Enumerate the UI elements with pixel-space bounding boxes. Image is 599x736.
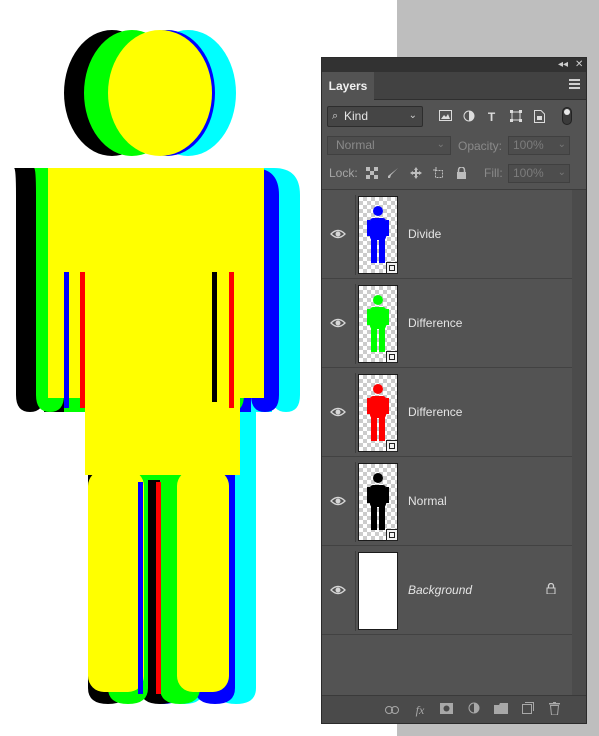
blend-mode-value: Normal	[336, 138, 375, 152]
filter-kind-select[interactable]: ⌕ Kind ⌄	[327, 106, 423, 127]
new-group-folder-icon[interactable]	[493, 702, 509, 718]
layers-panel: ◂◂ ✕ Layers ⌕ Kind ⌄ T Normal ⌄ Opacity:…	[321, 57, 587, 724]
chevron-down-icon: ⌄	[557, 167, 566, 178]
lock-artboard-icon[interactable]	[432, 167, 446, 181]
panel-menu-icon[interactable]	[569, 79, 580, 89]
delete-layer-trash-icon[interactable]	[546, 702, 562, 718]
layer-name[interactable]: Normal	[408, 494, 447, 508]
lock-all-icon[interactable]	[454, 166, 468, 181]
smart-object-badge-icon	[386, 262, 398, 274]
chevron-down-icon: ⌄	[557, 139, 566, 150]
layer-thumbnail[interactable]	[358, 552, 398, 630]
lock-image-pixels-icon[interactable]	[386, 167, 400, 181]
layer-thumbnail-frame	[355, 284, 400, 364]
layer-row[interactable]: Difference	[322, 368, 572, 457]
opacity-label: Opacity:	[458, 139, 503, 153]
layers-scrollbar[interactable]	[572, 190, 586, 697]
filter-kind-label: Kind	[344, 109, 369, 123]
smart-object-badge-icon	[386, 529, 398, 541]
collapse-icon[interactable]: ◂◂	[558, 59, 568, 71]
visibility-eye-icon[interactable]	[330, 584, 346, 596]
link-layers-icon[interactable]	[384, 702, 400, 718]
panel-tab-bar: Layers	[322, 72, 586, 100]
lock-label: Lock:	[329, 166, 358, 180]
filter-toggle-switch[interactable]	[562, 107, 572, 125]
opacity-value: 100%	[513, 138, 544, 152]
panel-title-bar: ◂◂ ✕	[322, 58, 586, 72]
layer-name[interactable]: Difference	[408, 405, 462, 419]
canvas-figure-artwork	[14, 30, 300, 704]
layer-filter-row: ⌕ Kind ⌄ T	[322, 103, 586, 131]
tab-layers[interactable]: Layers	[322, 72, 374, 100]
layers-list: Divide Difference Difference Normal Backgrou…	[322, 189, 586, 697]
layer-thumbnail-frame	[355, 195, 400, 275]
blend-mode-select[interactable]: Normal ⌄	[327, 136, 451, 155]
layer-name[interactable]: Background	[408, 583, 472, 597]
layer-row[interactable]: Difference	[322, 279, 572, 368]
layer-thumbnail[interactable]	[358, 463, 398, 541]
chevron-down-icon: ⌄	[408, 110, 417, 121]
visibility-eye-icon[interactable]	[330, 406, 346, 418]
smart-object-badge-icon	[386, 440, 398, 452]
search-icon: ⌕	[332, 110, 339, 122]
lock-fill-row: Lock: Fill: 100% ⌄	[322, 162, 586, 186]
layer-name[interactable]: Difference	[408, 316, 462, 330]
layer-style-fx-icon[interactable]: fx	[412, 702, 428, 718]
new-layer-icon[interactable]	[520, 702, 536, 718]
lock-transparent-pixels-icon[interactable]	[365, 167, 379, 181]
fill-label: Fill:	[484, 166, 503, 180]
layer-row[interactable]: Normal	[322, 457, 572, 546]
visibility-eye-icon[interactable]	[330, 228, 346, 240]
shape-filter-icon[interactable]	[508, 110, 523, 124]
layer-thumbnail[interactable]	[358, 196, 398, 274]
panel-bottom-toolbar: fx	[322, 695, 586, 723]
layer-thumbnail[interactable]	[358, 285, 398, 363]
blend-opacity-row: Normal ⌄ Opacity: 100% ⌄	[322, 135, 586, 157]
visibility-eye-icon[interactable]	[330, 495, 346, 507]
layer-lock-icon[interactable]	[546, 582, 556, 597]
smart-object-badge-icon	[386, 351, 398, 363]
layer-row[interactable]: Background	[322, 546, 572, 635]
pixel-filter-icon[interactable]	[438, 110, 453, 124]
fill-field[interactable]: 100% ⌄	[508, 164, 570, 183]
chevron-down-icon: ⌄	[436, 139, 445, 150]
visibility-eye-icon[interactable]	[330, 317, 346, 329]
add-mask-icon[interactable]	[438, 702, 454, 718]
layer-row[interactable]: Divide	[322, 190, 572, 279]
adjustment-filter-icon[interactable]	[461, 110, 476, 124]
type-filter-icon[interactable]: T	[484, 110, 499, 124]
layer-thumbnail-frame	[355, 551, 400, 631]
layer-thumbnail-frame	[355, 373, 400, 453]
smart-object-filter-icon[interactable]	[532, 110, 547, 124]
opacity-field[interactable]: 100% ⌄	[508, 136, 570, 155]
layer-name[interactable]: Divide	[408, 227, 441, 241]
layer-thumbnail[interactable]	[358, 374, 398, 452]
lock-position-icon[interactable]	[409, 167, 423, 181]
layer-thumbnail-frame	[355, 462, 400, 542]
fill-value: 100%	[513, 166, 544, 180]
new-adjustment-layer-icon[interactable]	[466, 702, 482, 718]
close-icon[interactable]: ✕	[575, 59, 583, 71]
